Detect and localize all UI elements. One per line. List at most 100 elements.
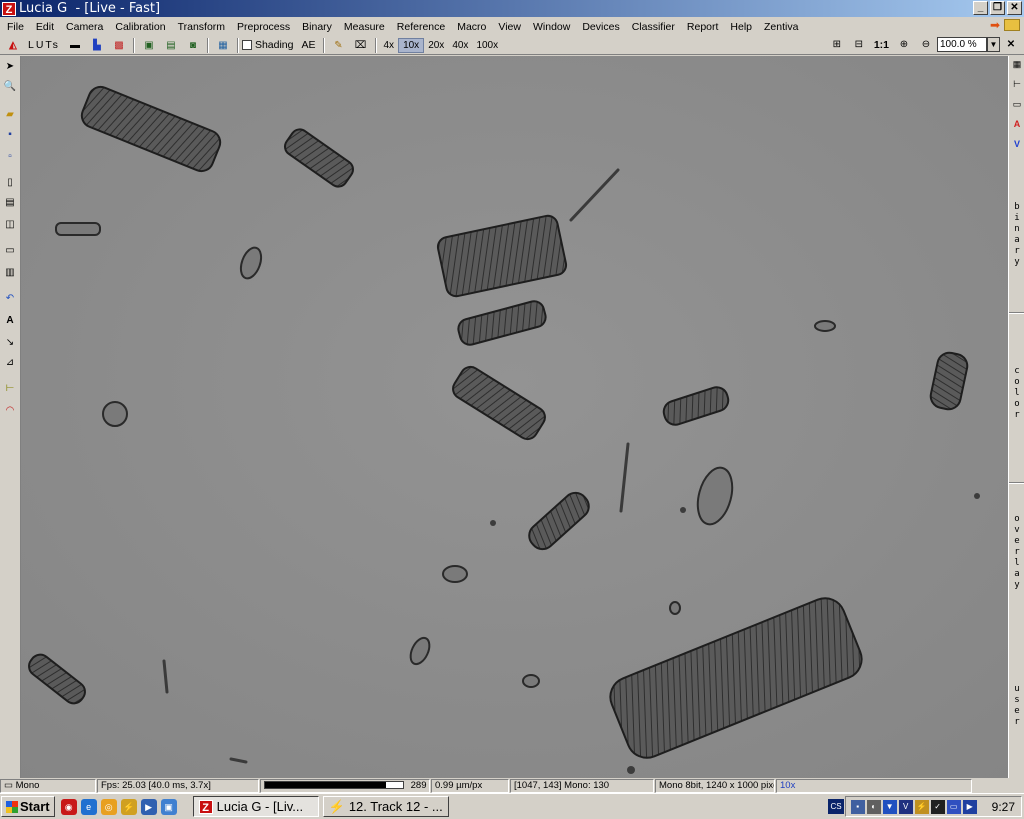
- pointer-icon[interactable]: ➤: [3, 60, 17, 74]
- system-tray: ▪ ◐ ▼ V ⚡ ✓ ▭ ▶ 9:27: [844, 796, 1022, 817]
- shading-checkbox[interactable]: [241, 40, 252, 50]
- grid-icon[interactable]: ▦: [1011, 58, 1023, 70]
- annotation-a-icon[interactable]: A: [1011, 118, 1023, 130]
- quicklaunch-player-icon[interactable]: ▶: [140, 798, 157, 815]
- mag-4x-button[interactable]: 4x: [380, 39, 399, 52]
- zoom-input[interactable]: 100.0 %: [937, 37, 987, 52]
- quicklaunch-winamp-icon[interactable]: ⚡: [120, 798, 137, 815]
- progress-bar: [264, 780, 404, 789]
- tab-binary[interactable]: binary: [1012, 202, 1022, 268]
- task-lucia[interactable]: Z Lucia G - [Liv...: [192, 796, 319, 817]
- zoom-dropdown-chevron-down-icon[interactable]: ▼: [987, 37, 1000, 52]
- windows-logo-icon: [6, 800, 18, 813]
- zoom-out-icon[interactable]: ⊖: [918, 38, 934, 52]
- save-as-icon[interactable]: ▫: [3, 150, 17, 164]
- minimize-button[interactable]: _: [973, 1, 988, 15]
- line-annotation-icon[interactable]: ↘: [3, 336, 17, 350]
- one-to-one-button[interactable]: 1:1: [870, 39, 893, 51]
- luts-label[interactable]: LUTs: [24, 39, 64, 51]
- capture-settings-icon[interactable]: ◙: [185, 38, 201, 52]
- print-icon[interactable]: ▭: [3, 244, 17, 258]
- histogram-icon[interactable]: ▙: [89, 38, 105, 52]
- shield-icon[interactable]: ▼: [882, 799, 897, 814]
- close-button[interactable]: ✕: [1007, 1, 1022, 15]
- save-icon[interactable]: ▪: [3, 128, 17, 142]
- pattern-icon[interactable]: ▩: [111, 38, 127, 52]
- gallery-icon[interactable]: ▤: [3, 196, 17, 210]
- folder-icon[interactable]: [1004, 19, 1020, 31]
- lut-logo-icon[interactable]: ◭: [5, 38, 21, 52]
- fit-width-icon[interactable]: ⊟: [851, 38, 867, 52]
- live-image-viewport[interactable]: [21, 56, 1008, 778]
- annotation-v-icon[interactable]: V: [1011, 138, 1023, 150]
- play-tray-icon[interactable]: ▶: [962, 799, 977, 814]
- menu-macro[interactable]: Macro: [452, 21, 491, 33]
- sound-icon[interactable]: ◐: [866, 799, 881, 814]
- antivirus-icon[interactable]: V: [898, 799, 913, 814]
- menu-zentiva[interactable]: Zentiva: [759, 21, 803, 33]
- status-cursor: [1047, 143] Mono: 130: [510, 778, 654, 793]
- menu-calibration[interactable]: Calibration: [110, 21, 170, 33]
- quicklaunch-desktop-icon[interactable]: ▣: [160, 798, 177, 815]
- menu-report[interactable]: Report: [682, 21, 724, 33]
- split-view-icon[interactable]: ◫: [3, 218, 17, 232]
- measure-length-icon[interactable]: ⊢: [3, 382, 17, 396]
- tab-overlay[interactable]: overlay: [1012, 514, 1022, 591]
- menu-edit[interactable]: Edit: [31, 21, 59, 33]
- mag-20x-button[interactable]: 20x: [424, 39, 448, 52]
- network-icon[interactable]: ▪: [850, 799, 865, 814]
- delete-icon[interactable]: ▯: [3, 176, 17, 190]
- tab-color[interactable]: color: [1012, 366, 1022, 421]
- toolbar-separator: [132, 37, 135, 53]
- winamp-tray-icon[interactable]: ⚡: [914, 799, 929, 814]
- close-image-icon[interactable]: ✕: [1003, 38, 1019, 52]
- mag-100x-button[interactable]: 100x: [472, 39, 502, 52]
- restore-button[interactable]: ❐: [990, 1, 1005, 15]
- capture-icon[interactable]: ▣: [141, 38, 157, 52]
- tab-user[interactable]: user: [1012, 684, 1022, 728]
- capture-series-icon[interactable]: ▤: [163, 38, 179, 52]
- menu-file[interactable]: File: [2, 21, 29, 33]
- camera-icon[interactable]: ▬: [67, 38, 83, 52]
- menu-preprocess[interactable]: Preprocess: [232, 21, 295, 33]
- undo-icon[interactable]: ↶: [3, 292, 17, 306]
- ae-button[interactable]: AE: [297, 39, 319, 51]
- zoom-in-icon[interactable]: ⊕: [896, 38, 912, 52]
- progress-value: 289: [410, 779, 427, 791]
- note-icon[interactable]: ▭: [1011, 98, 1023, 110]
- magnifier-icon[interactable]: 🔍: [3, 80, 17, 94]
- fit-window-icon[interactable]: ⊞: [829, 38, 845, 52]
- export-icon[interactable]: ▥: [3, 266, 17, 280]
- menu-reference[interactable]: Reference: [392, 21, 450, 33]
- clock[interactable]: 9:27: [992, 800, 1015, 814]
- quicklaunch-acrobat-icon[interactable]: ◉: [60, 798, 77, 815]
- checkmark-icon[interactable]: ✓: [930, 799, 945, 814]
- quicklaunch-outlook-icon[interactable]: ◎: [100, 798, 117, 815]
- stage-icon[interactable]: ⌧: [353, 38, 369, 52]
- mag-10x-button[interactable]: 10x: [398, 37, 425, 53]
- pencil-icon[interactable]: ✎: [331, 38, 347, 52]
- mag-40x-button[interactable]: 40x: [448, 39, 472, 52]
- menu-classifier[interactable]: Classifier: [627, 21, 680, 33]
- image-icon[interactable]: ▦: [215, 38, 231, 52]
- arrow-right-icon[interactable]: ➡: [990, 19, 1002, 31]
- text-annotation-icon[interactable]: A: [3, 314, 17, 328]
- menu-measure[interactable]: Measure: [339, 21, 390, 33]
- menu-camera[interactable]: Camera: [61, 21, 108, 33]
- window-tray-icon[interactable]: ▭: [946, 799, 961, 814]
- arc-icon[interactable]: ◠: [3, 404, 17, 418]
- open-folder-icon[interactable]: ▰: [3, 108, 17, 122]
- micrograph-image: [21, 56, 1008, 778]
- menu-devices[interactable]: Devices: [577, 21, 624, 33]
- menu-binary[interactable]: Binary: [297, 21, 337, 33]
- quicklaunch-ie-icon[interactable]: e: [80, 798, 97, 815]
- task-track[interactable]: ⚡ 12. Track 12 - ...: [322, 796, 449, 817]
- start-button[interactable]: Start: [1, 796, 55, 817]
- menu-window[interactable]: Window: [528, 21, 575, 33]
- ruler-icon[interactable]: ⊢: [1011, 78, 1023, 90]
- graph-annotation-icon[interactable]: ⊿: [3, 356, 17, 370]
- menu-transform[interactable]: Transform: [173, 21, 230, 33]
- language-indicator[interactable]: CS: [828, 799, 844, 814]
- menu-view[interactable]: View: [493, 21, 526, 33]
- menu-help[interactable]: Help: [725, 21, 757, 33]
